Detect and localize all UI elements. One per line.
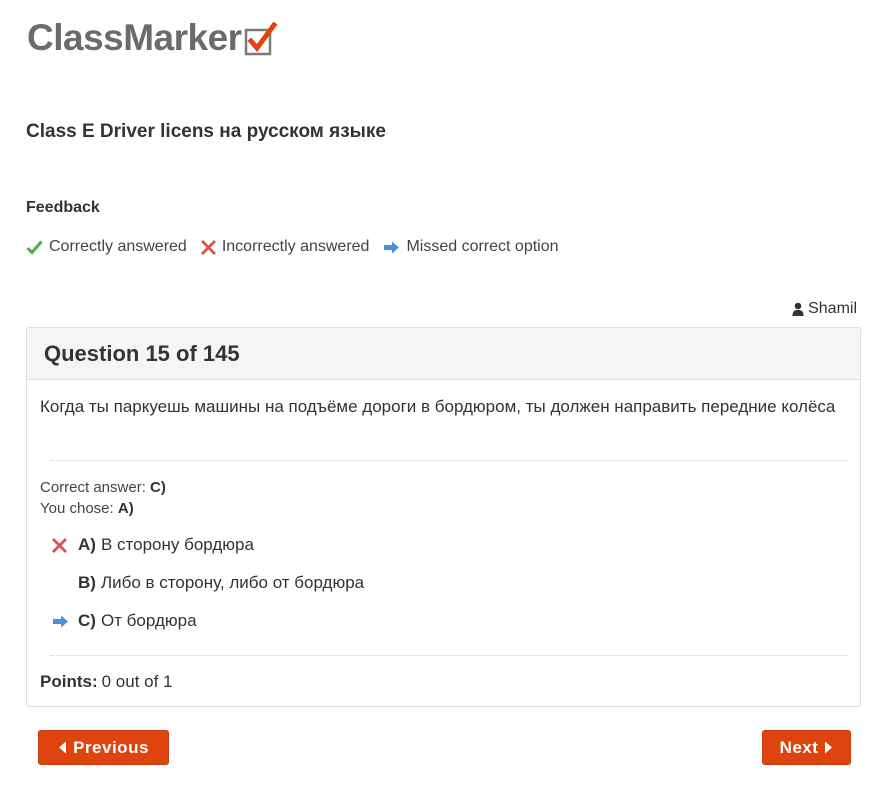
points-label: Points: — [40, 672, 98, 691]
option-letter: A) — [78, 535, 96, 554]
legend-missed: Missed correct option — [383, 238, 559, 256]
you-chose-label: You chose: — [40, 500, 114, 517]
points-line: Points: 0 out of 1 — [40, 672, 173, 692]
cross-icon — [200, 239, 216, 255]
option-text: В сторону бордюра — [100, 535, 254, 554]
feedback-legend: Correctly answered Incorrectly answered … — [26, 238, 573, 256]
legend-incorrect-label: Incorrectly answered — [221, 238, 370, 255]
logo-checkbox-icon — [244, 22, 278, 56]
previous-button[interactable]: Previous — [38, 730, 169, 765]
option-text: Либо в сторону, либо от бордюра — [100, 573, 365, 592]
question-text: Когда ты паркуешь машины на подъёме доро… — [40, 397, 836, 416]
legend-incorrect: Incorrectly answered — [200, 238, 370, 256]
user-icon — [792, 302, 804, 316]
points-value: 0 out of 1 — [101, 672, 173, 691]
caret-right-icon — [825, 741, 833, 754]
caret-left-icon — [59, 741, 67, 754]
divider — [50, 460, 847, 461]
option-letter: B) — [78, 573, 96, 592]
feedback-heading: Feedback — [26, 199, 100, 216]
answer-option-a: A) В сторону бордюра — [52, 535, 254, 555]
check-icon — [26, 240, 43, 255]
question-header: Question 15 of 145 — [27, 328, 860, 380]
legend-correct: Correctly answered — [26, 238, 187, 256]
question-panel: Question 15 of 145 Когда ты паркуешь маш… — [26, 327, 861, 707]
user-name: Shamil — [808, 300, 857, 317]
correct-answer-value: C) — [150, 479, 166, 496]
logo-text: ClassMarker — [27, 17, 242, 58]
correct-answer-line: Correct answer: C) — [40, 477, 166, 498]
previous-label: Previous — [73, 737, 149, 757]
you-chose-line: You chose: A) — [40, 498, 134, 519]
classmarker-logo: ClassMarker — [27, 16, 278, 60]
next-label: Next — [779, 737, 819, 757]
divider — [50, 655, 847, 656]
you-chose-value: A) — [117, 500, 134, 517]
option-text: От бордюра — [100, 611, 197, 630]
arrow-right-icon — [384, 241, 400, 253]
arrow-right-icon — [53, 615, 68, 627]
quiz-title: Class E Driver licens на русском языке — [26, 121, 386, 142]
option-letter: C) — [78, 611, 96, 630]
user-info: Shamil — [792, 300, 857, 318]
next-button[interactable]: Next — [762, 730, 851, 765]
question-number: Question 15 of 145 — [44, 340, 240, 366]
answer-option-c: C) От бордюра — [52, 611, 197, 631]
correct-answer-label: Correct answer: — [40, 479, 146, 496]
legend-missed-label: Missed correct option — [406, 238, 559, 255]
legend-correct-label: Correctly answered — [49, 238, 187, 255]
cross-icon — [52, 537, 67, 553]
answer-option-b: B) Либо в сторону, либо от бордюра — [52, 573, 364, 593]
